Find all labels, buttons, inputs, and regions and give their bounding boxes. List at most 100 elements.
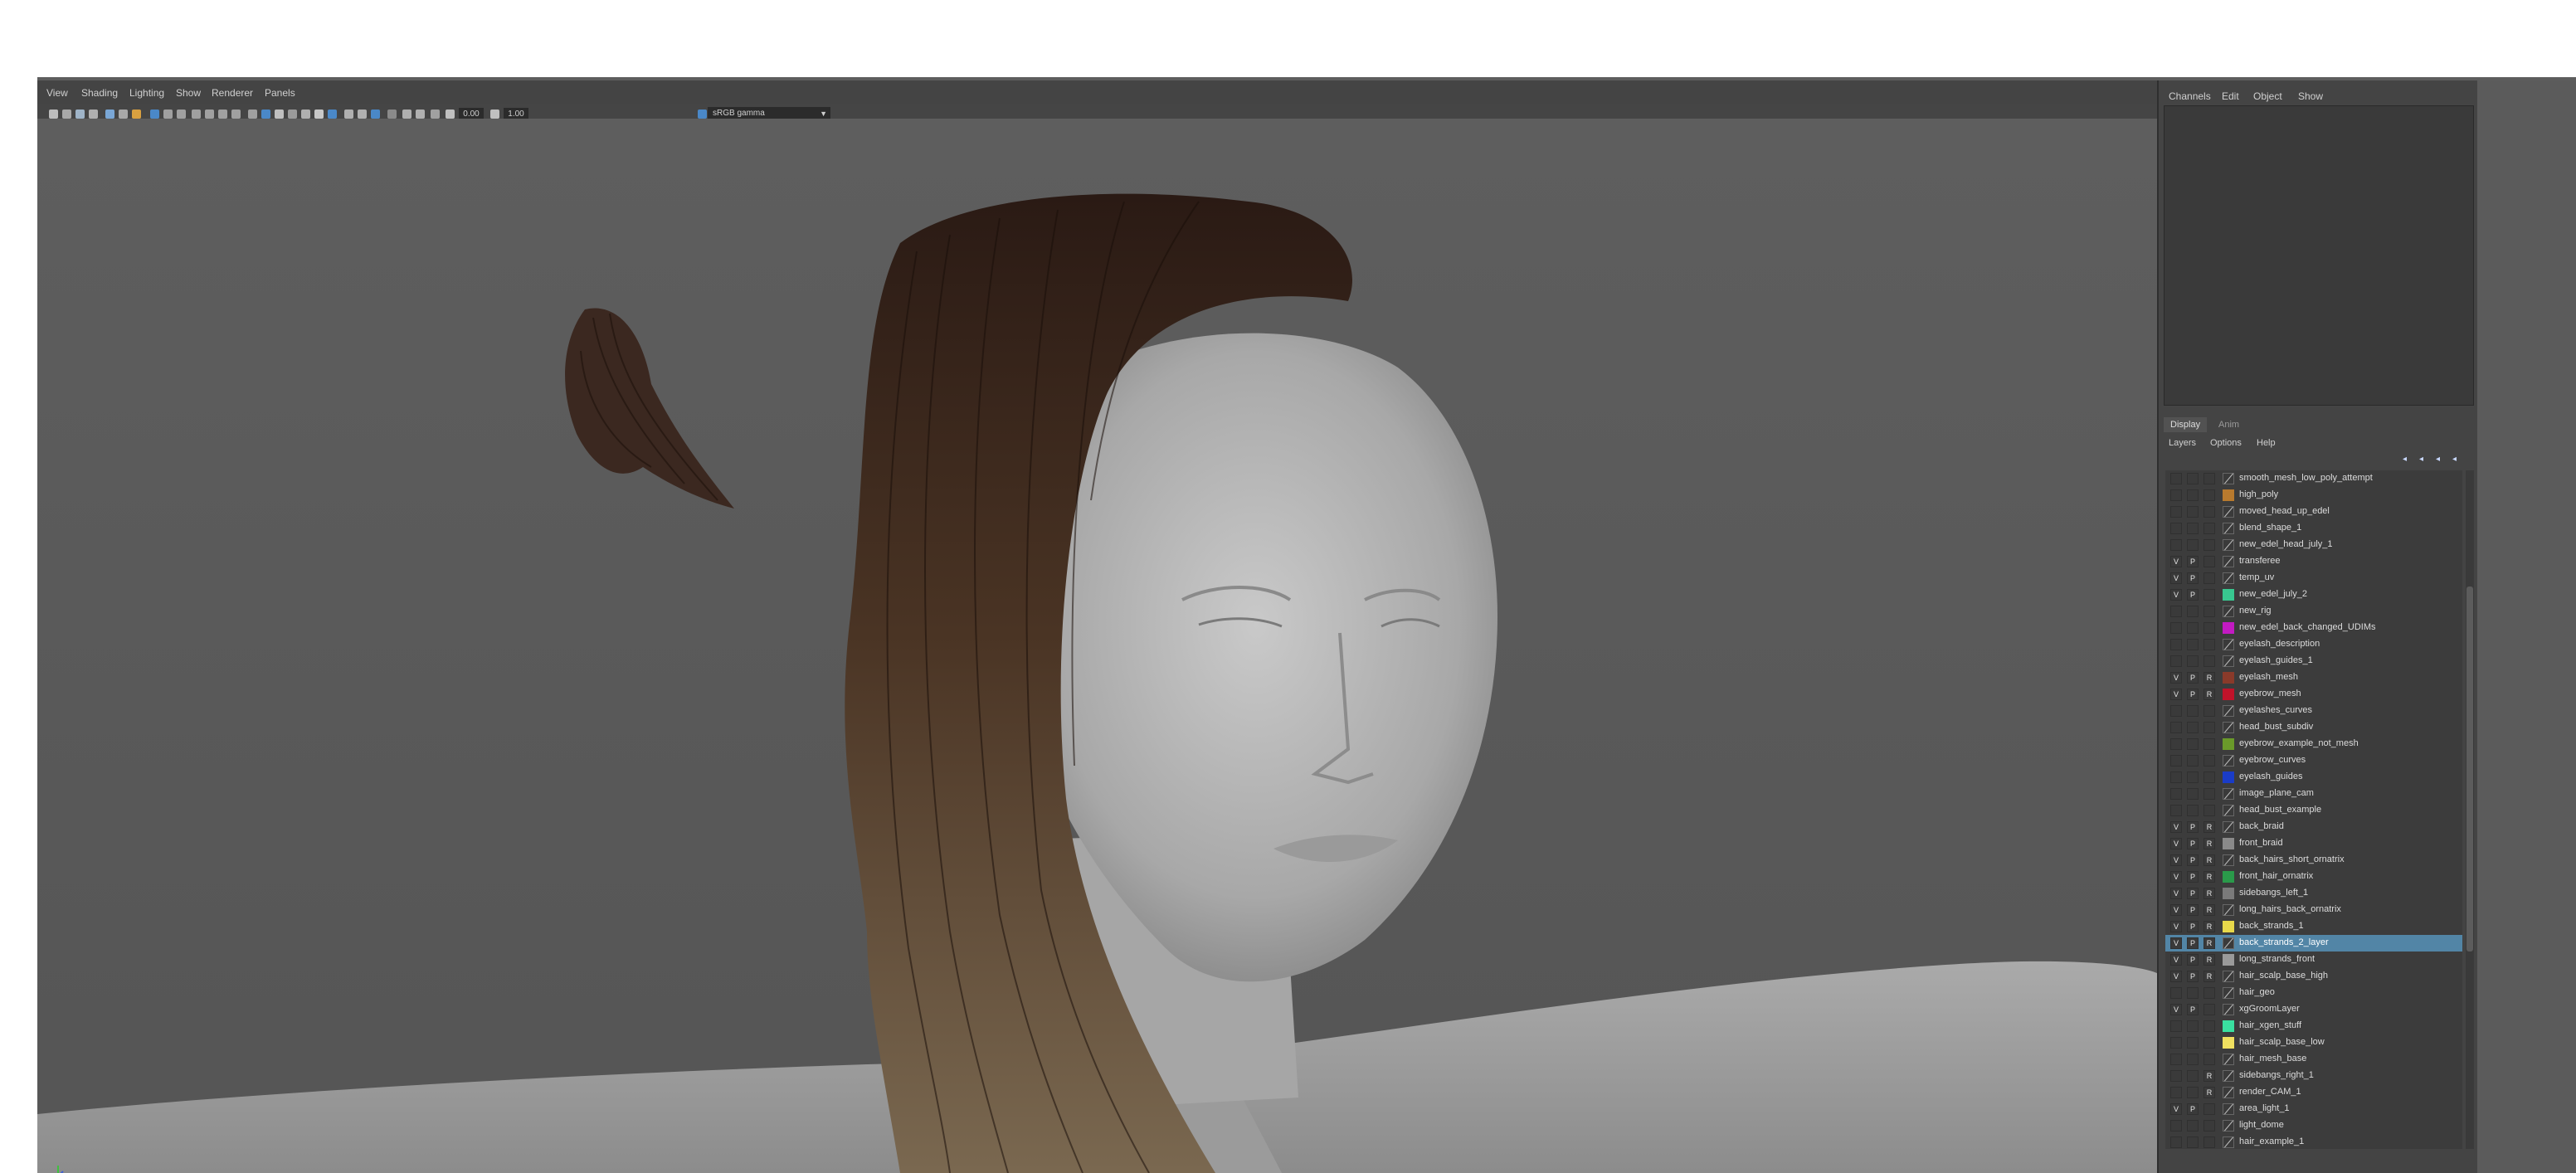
layer-row[interactable]: eyelash_guides_1 bbox=[2165, 653, 2462, 669]
display-type-toggle[interactable] bbox=[2203, 1136, 2215, 1148]
layer-color-swatch[interactable] bbox=[2223, 689, 2234, 700]
layer-row[interactable]: head_bust_example bbox=[2165, 802, 2462, 819]
menu-show-channels[interactable]: Show bbox=[2298, 90, 2323, 102]
scrollbar-thumb[interactable] bbox=[2466, 586, 2473, 952]
visibility-toggle[interactable] bbox=[2170, 1037, 2182, 1049]
layer-color-swatch[interactable] bbox=[2223, 854, 2234, 866]
layer-color-swatch[interactable] bbox=[2223, 971, 2234, 982]
menu-help[interactable]: Help bbox=[2257, 438, 2276, 448]
layer-color-swatch[interactable] bbox=[2223, 1054, 2234, 1065]
playback-toggle[interactable] bbox=[2187, 506, 2199, 518]
layer-row[interactable]: head_bust_subdiv bbox=[2165, 719, 2462, 736]
playback-toggle[interactable] bbox=[2187, 987, 2199, 999]
lights-icon[interactable] bbox=[301, 110, 310, 119]
display-type-toggle[interactable] bbox=[2203, 606, 2215, 617]
layer-row[interactable]: V Pnew_edel_july_2 bbox=[2165, 586, 2462, 603]
screen-space-ao-icon[interactable] bbox=[328, 110, 337, 119]
visibility-toggle[interactable] bbox=[2170, 473, 2182, 484]
layer-row[interactable]: new_edel_back_changed_UDIMs bbox=[2165, 620, 2462, 636]
layer-row[interactable]: V P Rfront_braid bbox=[2165, 835, 2462, 852]
layer-row[interactable]: light_dome bbox=[2165, 1117, 2462, 1134]
camera-attributes-icon[interactable] bbox=[62, 110, 71, 119]
display-type-toggle[interactable] bbox=[2203, 755, 2215, 767]
display-type-toggle[interactable] bbox=[2203, 473, 2215, 484]
playback-toggle[interactable] bbox=[2187, 738, 2199, 750]
visibility-toggle[interactable] bbox=[2170, 1136, 2182, 1148]
layer-row[interactable]: Rsidebangs_right_1 bbox=[2165, 1068, 2462, 1084]
display-type-toggle[interactable]: R bbox=[2203, 888, 2215, 899]
visibility-toggle[interactable]: V bbox=[2170, 1004, 2182, 1015]
visibility-toggle[interactable] bbox=[2170, 489, 2182, 501]
playback-toggle[interactable] bbox=[2187, 771, 2199, 783]
resolution-gate-icon[interactable] bbox=[177, 110, 186, 119]
layer-color-swatch[interactable] bbox=[2223, 838, 2234, 849]
layer-color-swatch[interactable] bbox=[2223, 539, 2234, 551]
layer-row[interactable]: V P Reyelash_mesh bbox=[2165, 669, 2462, 686]
layer-color-swatch[interactable] bbox=[2223, 1087, 2234, 1098]
layer-row[interactable]: V Parea_light_1 bbox=[2165, 1101, 2462, 1117]
layer-row[interactable]: V P Rback_strands_1 bbox=[2165, 918, 2462, 935]
display-type-toggle[interactable] bbox=[2203, 1037, 2215, 1049]
visibility-toggle[interactable] bbox=[2170, 1070, 2182, 1082]
layer-row[interactable]: blend_shape_1 bbox=[2165, 520, 2462, 537]
pencil-icon[interactable] bbox=[132, 110, 141, 119]
display-type-toggle[interactable]: R bbox=[2203, 1070, 2215, 1082]
visibility-toggle[interactable] bbox=[2170, 788, 2182, 800]
layer-row[interactable]: V Ptransferee bbox=[2165, 553, 2462, 570]
color-management-icon[interactable] bbox=[698, 110, 707, 119]
layer-row[interactable]: smooth_mesh_low_poly_attempt bbox=[2165, 470, 2462, 487]
layer-color-swatch[interactable] bbox=[2223, 1136, 2234, 1148]
visibility-toggle[interactable] bbox=[2170, 805, 2182, 816]
menu-lighting[interactable]: Lighting bbox=[129, 87, 164, 99]
playback-toggle[interactable]: P bbox=[2187, 921, 2199, 932]
layer-color-swatch[interactable] bbox=[2223, 556, 2234, 567]
display-type-toggle[interactable]: R bbox=[2203, 838, 2215, 849]
layer-row[interactable]: eyelash_guides bbox=[2165, 769, 2462, 786]
visibility-toggle[interactable]: V bbox=[2170, 937, 2182, 949]
playback-toggle[interactable] bbox=[2187, 722, 2199, 733]
display-type-toggle[interactable]: R bbox=[2203, 921, 2215, 932]
grid-icon[interactable] bbox=[150, 110, 159, 119]
playback-toggle[interactable]: P bbox=[2187, 821, 2199, 833]
playback-toggle[interactable] bbox=[2187, 1136, 2199, 1148]
playback-toggle[interactable]: P bbox=[2187, 1004, 2199, 1015]
playback-toggle[interactable] bbox=[2187, 1120, 2199, 1132]
playback-toggle[interactable]: P bbox=[2187, 954, 2199, 966]
layer-color-swatch[interactable] bbox=[2223, 572, 2234, 584]
display-type-toggle[interactable] bbox=[2203, 805, 2215, 816]
display-type-toggle[interactable] bbox=[2203, 489, 2215, 501]
visibility-toggle[interactable]: V bbox=[2170, 1103, 2182, 1115]
display-type-toggle[interactable] bbox=[2203, 705, 2215, 717]
visibility-toggle[interactable] bbox=[2170, 523, 2182, 534]
playback-toggle[interactable] bbox=[2187, 639, 2199, 650]
menu-layers[interactable]: Layers bbox=[2169, 438, 2196, 448]
playback-toggle[interactable]: P bbox=[2187, 854, 2199, 866]
layer-color-swatch[interactable] bbox=[2223, 738, 2234, 750]
layer-row[interactable]: V P Rback_braid bbox=[2165, 819, 2462, 835]
layer-color-swatch[interactable] bbox=[2223, 506, 2234, 518]
playback-toggle[interactable]: P bbox=[2187, 572, 2199, 584]
visibility-toggle[interactable]: V bbox=[2170, 821, 2182, 833]
display-type-toggle[interactable] bbox=[2203, 655, 2215, 667]
display-type-toggle[interactable]: R bbox=[2203, 689, 2215, 700]
layer-color-swatch[interactable] bbox=[2223, 1103, 2234, 1115]
layer-row[interactable]: new_edel_head_july_1 bbox=[2165, 537, 2462, 553]
film-gate-icon[interactable] bbox=[163, 110, 173, 119]
layer-color-swatch[interactable] bbox=[2223, 755, 2234, 767]
menu-panels[interactable]: Panels bbox=[265, 87, 295, 99]
depth-of-field-icon[interactable] bbox=[371, 110, 380, 119]
grease-pencil-icon[interactable] bbox=[119, 110, 128, 119]
layer-color-swatch[interactable] bbox=[2223, 523, 2234, 534]
layer-color-swatch[interactable] bbox=[2223, 1120, 2234, 1132]
visibility-toggle[interactable] bbox=[2170, 722, 2182, 733]
gamma-icon[interactable] bbox=[490, 110, 499, 119]
move-layer-up-icon[interactable]: ◂ bbox=[2403, 455, 2413, 464]
visibility-toggle[interactable]: V bbox=[2170, 871, 2182, 883]
playback-toggle[interactable] bbox=[2187, 473, 2199, 484]
xray-joints-icon[interactable] bbox=[416, 110, 425, 119]
visibility-toggle[interactable] bbox=[2170, 1020, 2182, 1032]
display-type-toggle[interactable]: R bbox=[2203, 672, 2215, 684]
layer-color-swatch[interactable] bbox=[2223, 987, 2234, 999]
display-type-toggle[interactable] bbox=[2203, 622, 2215, 634]
playback-toggle[interactable] bbox=[2187, 606, 2199, 617]
